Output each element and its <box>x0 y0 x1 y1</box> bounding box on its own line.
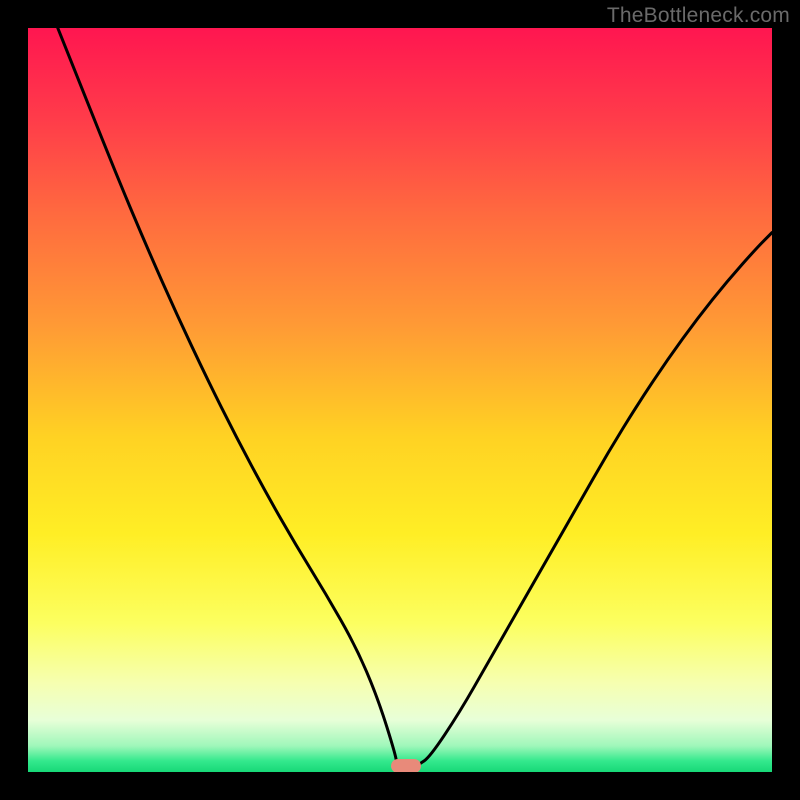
plot-area <box>28 28 772 772</box>
chart-frame: TheBottleneck.com <box>0 0 800 800</box>
optimal-point-marker <box>391 759 421 772</box>
bottleneck-curve <box>28 28 772 772</box>
watermark-text: TheBottleneck.com <box>607 4 790 28</box>
